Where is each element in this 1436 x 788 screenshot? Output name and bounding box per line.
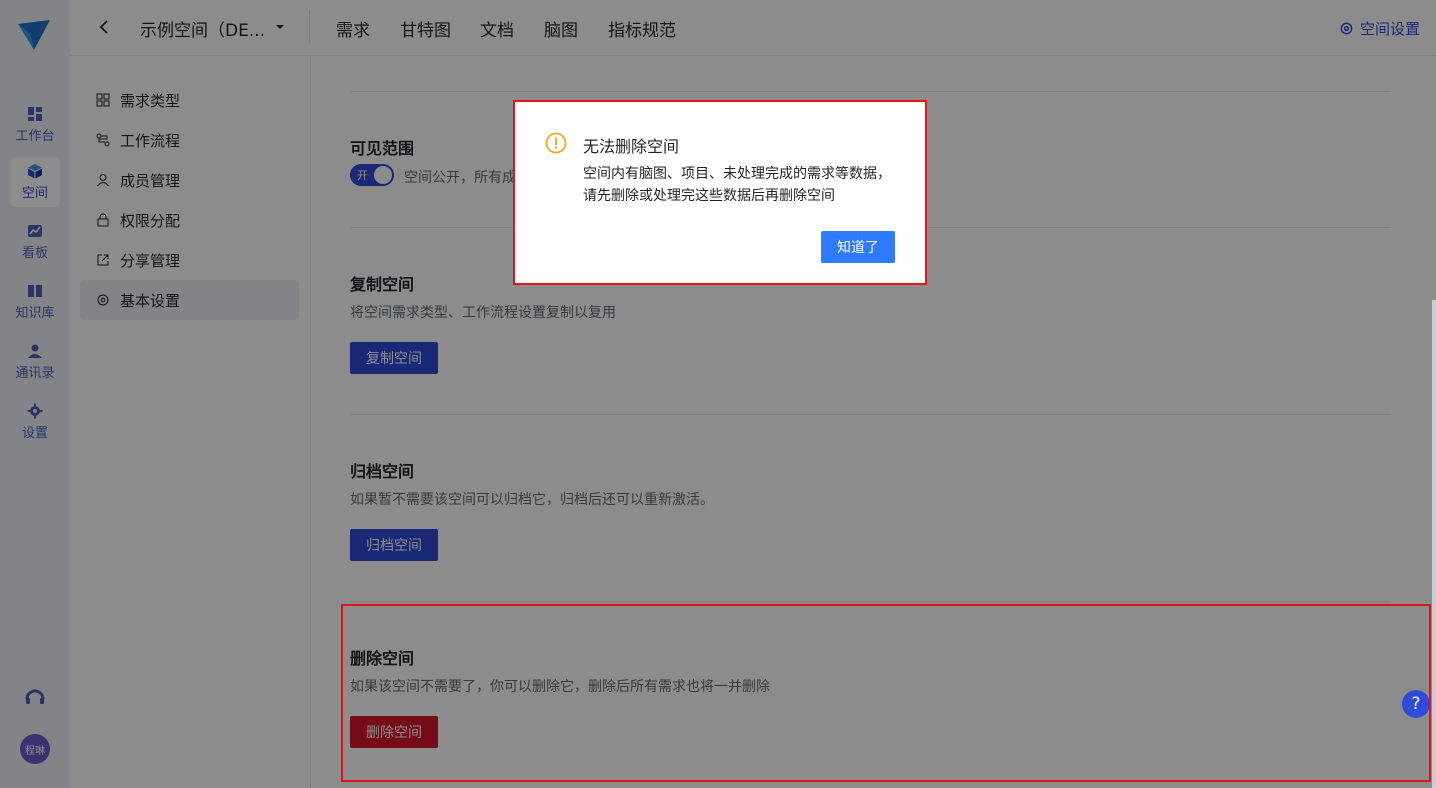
warning-icon (545, 132, 567, 154)
got-it-button[interactable]: 知道了 (821, 231, 895, 263)
delete-section-highlight (341, 604, 1431, 782)
help-button[interactable]: ? (1402, 690, 1430, 718)
cannot-delete-dialog: 无法删除空间 空间内有脑图、项目、未处理完成的需求等数据， 请先删除或处理完这些… (513, 100, 927, 285)
dialog-body: 空间内有脑图、项目、未处理完成的需求等数据， 请先删除或处理完这些数据后再删除空… (583, 163, 903, 207)
dialog-title: 无法删除空间 (583, 137, 680, 156)
scrollbar[interactable] (1432, 300, 1436, 788)
dialog-body-line: 空间内有脑图、项目、未处理完成的需求等数据， (583, 166, 891, 182)
dialog-body-line: 请先删除或处理完这些数据后再删除空间 (583, 188, 835, 204)
